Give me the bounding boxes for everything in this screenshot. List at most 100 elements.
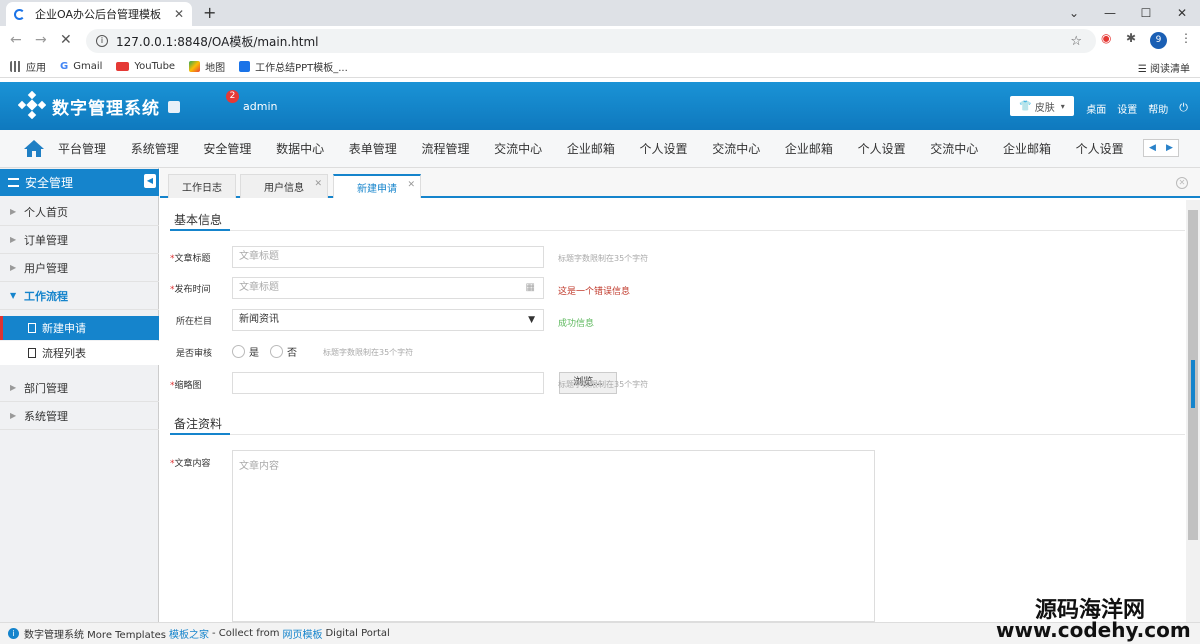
skin-button[interactable]: 👕 皮肤 ▾ — [1010, 96, 1074, 116]
sidebar-subitem-new-request[interactable]: 新建申请 — [0, 316, 159, 340]
sidebar-subitem-process-list[interactable]: 流程列表 — [0, 341, 159, 365]
menu-item[interactable]: 个人设置 — [640, 130, 713, 168]
sidebar-item-label: 订单管理 — [24, 233, 68, 247]
username[interactable]: admin — [243, 100, 277, 113]
tab-label: 用户信息 — [264, 183, 304, 194]
menu-item[interactable]: 交流中心 — [930, 130, 1003, 168]
maximize-icon[interactable]: ☐ — [1128, 0, 1164, 26]
caret-right-icon: ▶ — [10, 263, 17, 272]
sidebar-item-workflow[interactable]: ▼ 工作流程 — [0, 282, 159, 310]
header-links: 桌面 设置 帮助 ⏻ — [1075, 101, 1188, 116]
thumbnail-file-input[interactable]: 浏览... — [232, 372, 617, 394]
arrow-left-icon[interactable]: ◀ — [1149, 143, 1156, 153]
bookmark-maps[interactable]: 地图 — [189, 59, 225, 74]
close-all-tabs-icon[interactable]: ✕ — [1176, 177, 1188, 189]
menu-item[interactable]: 流程管理 — [421, 130, 494, 168]
top-menu-items: 平台管理 系统管理 安全管理 数据中心 表单管理 流程管理 交流中心 企业邮箱 … — [58, 130, 1148, 168]
tab-new-request[interactable]: 新建申请 ✕ — [333, 174, 421, 198]
title-input[interactable]: 文章标题 — [232, 246, 544, 268]
sidebar-item-system[interactable]: ▶ 系统管理 — [0, 402, 159, 430]
menu-item[interactable]: 企业邮箱 — [567, 130, 640, 168]
settings-link[interactable]: 设置 — [1117, 101, 1137, 116]
url-field[interactable]: i 127.0.0.1:8848/OA模板/main.html ☆ — [86, 29, 1096, 53]
caret-right-icon: ▶ — [10, 383, 17, 392]
section-remark-title: 备注资料 — [174, 417, 223, 431]
content-textarea[interactable]: 文章内容 — [232, 450, 875, 622]
sidebar-item-home[interactable]: ▶ 个人首页 — [0, 198, 159, 226]
status-link-templates[interactable]: 模板之家 — [169, 626, 209, 641]
maps-icon — [189, 61, 201, 72]
status-prefix: 数字管理系统 More Templates — [24, 630, 166, 641]
bookmark-youtube[interactable]: YouTube — [116, 61, 175, 72]
close-tab-icon[interactable]: ✕ — [174, 7, 184, 21]
sidebar-item-label: 用户管理 — [24, 261, 68, 275]
tab-work-log[interactable]: 工作日志 — [168, 174, 236, 198]
browser-menu-icon[interactable]: ⋮ — [1180, 31, 1192, 45]
section-divider — [170, 230, 1185, 231]
forward-icon[interactable]: → — [35, 32, 47, 48]
menu-item[interactable]: 表单管理 — [349, 130, 422, 168]
youtube-icon — [116, 62, 130, 71]
radio-circle — [232, 345, 245, 358]
sidebar-item-departments[interactable]: ▶ 部门管理 — [0, 374, 159, 402]
browser-tab[interactable]: 企业OA办公后台管理模板 ✕ — [6, 2, 192, 26]
extensions-puzzle-icon[interactable]: ✱ — [1126, 31, 1136, 45]
sidebar-item-orders[interactable]: ▶ 订单管理 — [0, 226, 159, 254]
sidebar-collapse-icon[interactable]: ◀ — [144, 174, 156, 188]
status-link-webtemplates[interactable]: 网页模板 — [282, 626, 322, 641]
tab-search-icon[interactable]: ⌄ — [1056, 0, 1092, 26]
menu-item[interactable]: 安全管理 — [203, 130, 276, 168]
menu-item[interactable]: 系统管理 — [131, 130, 204, 168]
close-tab-icon[interactable]: ✕ — [314, 179, 322, 189]
arrow-right-icon[interactable]: ▶ — [1166, 143, 1173, 153]
tab-user-info[interactable]: 用户信息 ✕ — [240, 174, 328, 198]
caret-right-icon: ▶ — [10, 207, 17, 216]
profile-avatar[interactable]: 9 — [1150, 32, 1167, 49]
minimize-icon[interactable]: — — [1092, 0, 1128, 26]
home-icon[interactable] — [23, 139, 45, 158]
new-tab-icon[interactable]: + — [203, 3, 216, 22]
power-icon[interactable]: ⏻ — [1179, 101, 1188, 116]
reading-list[interactable]: ☰ 阅读清单 — [1138, 60, 1190, 75]
thumbnail-label: *缩略图 — [170, 381, 202, 391]
vertical-scrollbar[interactable] — [1186, 200, 1200, 622]
header-dropdown-icon[interactable] — [168, 101, 180, 113]
menu-item[interactable]: 企业邮箱 — [1003, 130, 1076, 168]
column-success: 成功信息 — [558, 319, 595, 329]
desktop-link[interactable]: 桌面 — [1086, 101, 1106, 116]
menu-item[interactable]: 企业邮箱 — [785, 130, 858, 168]
bookmark-ppt[interactable]: 工作总结PPT模板_... — [239, 59, 348, 74]
close-tab-icon[interactable]: ✕ — [407, 180, 415, 190]
menu-item[interactable]: 交流中心 — [712, 130, 785, 168]
audit-no-radio[interactable]: 否 — [270, 344, 297, 359]
caret-right-icon: ▶ — [10, 411, 17, 420]
menu-lines-icon — [8, 178, 19, 187]
close-window-icon[interactable]: ✕ — [1164, 0, 1200, 26]
menu-item[interactable]: 个人设置 — [858, 130, 931, 168]
stop-icon[interactable]: ✕ — [60, 32, 72, 48]
column-select[interactable]: 新闻资讯 ▼ — [232, 309, 544, 331]
calendar-icon[interactable]: ▦ — [526, 278, 535, 298]
menu-item[interactable]: 平台管理 — [58, 130, 131, 168]
bookmark-label: 应用 — [26, 63, 46, 74]
bookmark-label: Gmail — [73, 61, 103, 72]
site-info-icon[interactable]: i — [96, 35, 108, 47]
notification-badge[interactable]: 2 — [226, 90, 239, 103]
menu-item[interactable]: 交流中心 — [494, 130, 567, 168]
status-middle: - Collect from — [212, 628, 280, 639]
time-error: 这是一个错误信息 — [558, 287, 631, 297]
sidebar-item-label: 部门管理 — [24, 381, 68, 395]
back-icon[interactable]: ← — [10, 32, 22, 48]
bookmark-gmail[interactable]: G Gmail — [60, 61, 102, 72]
time-input[interactable]: 文章标题 ▦ — [232, 277, 544, 299]
help-link[interactable]: 帮助 — [1148, 101, 1168, 116]
address-bar-row: ← → ✕ i 127.0.0.1:8848/OA模板/main.html ☆ … — [0, 26, 1200, 56]
audit-yes-radio[interactable]: 是 — [232, 344, 259, 359]
bookmark-apps[interactable]: 应用 — [10, 59, 46, 74]
bookmark-label: 地图 — [205, 63, 226, 74]
sidebar-item-users[interactable]: ▶ 用户管理 — [0, 254, 159, 282]
menu-item[interactable]: 数据中心 — [276, 130, 349, 168]
extension-icon[interactable]: ◉ — [1101, 31, 1111, 45]
menu-item[interactable]: 个人设置 — [1076, 130, 1149, 168]
bookmark-star-icon[interactable]: ☆ — [1070, 34, 1082, 49]
